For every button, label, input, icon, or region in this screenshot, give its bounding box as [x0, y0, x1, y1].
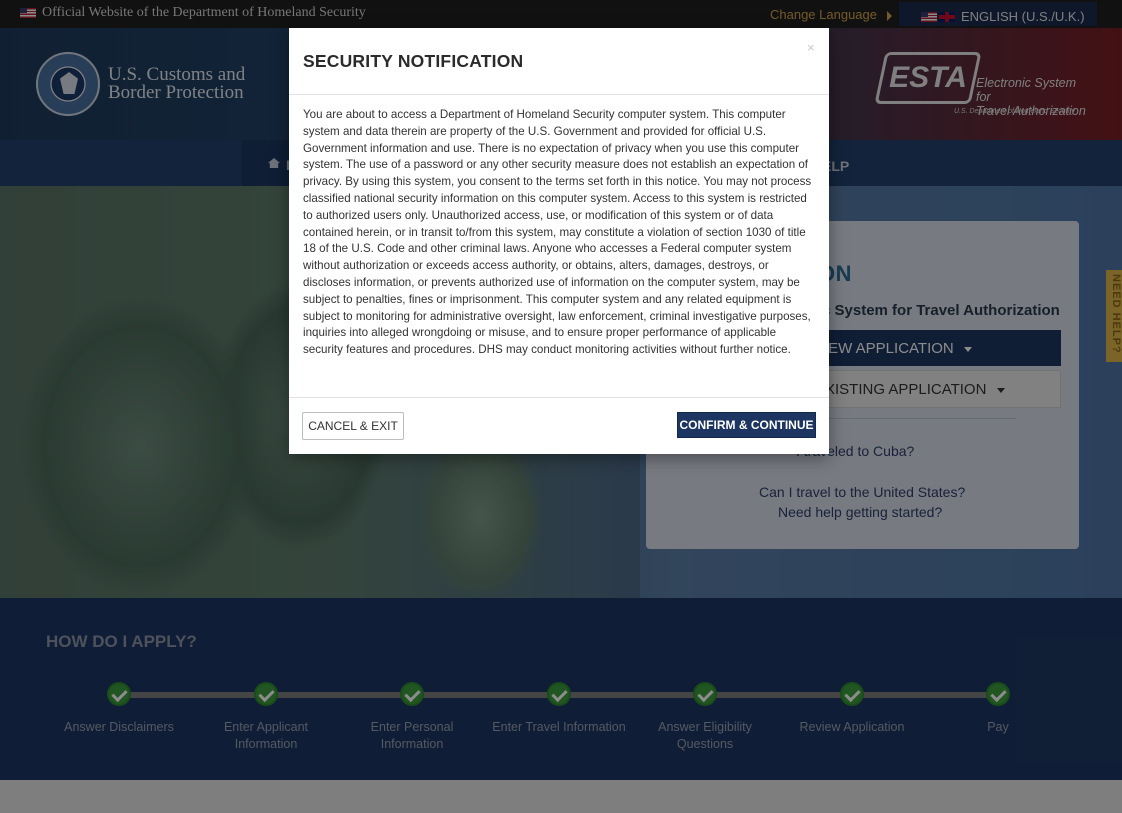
- security-notification-dialog: SECURITY NOTIFICATION × You are about to…: [289, 28, 829, 454]
- confirm-continue-button[interactable]: CONFIRM & CONTINUE: [677, 412, 816, 438]
- dialog-divider: [289, 94, 829, 95]
- dialog-divider: [289, 397, 829, 398]
- dialog-body-text: You are about to access a Department of …: [303, 108, 812, 357]
- cancel-exit-button[interactable]: CANCEL & EXIT: [302, 412, 404, 440]
- dialog-title: SECURITY NOTIFICATION: [303, 51, 524, 71]
- close-icon[interactable]: ×: [807, 40, 815, 55]
